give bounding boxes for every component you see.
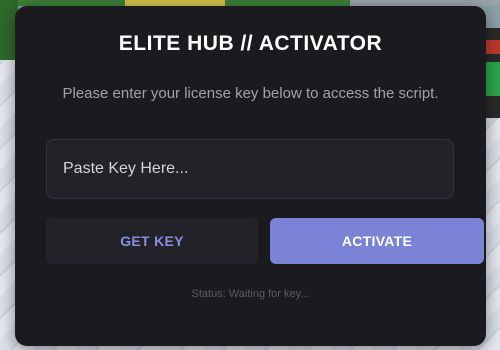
modal-subtitle: Please enter your license key below to a… [62, 85, 439, 102]
license-key-input[interactable] [46, 139, 454, 199]
activator-modal: ELITE HUB // ACTIVATOR Please enter your… [15, 6, 486, 346]
get-key-button[interactable]: GET KEY [46, 218, 258, 264]
activate-button[interactable]: ACTIVATE [270, 218, 484, 264]
modal-title: ELITE HUB // ACTIVATOR [118, 32, 383, 55]
status-text: Status: Waiting for key... [191, 288, 310, 300]
